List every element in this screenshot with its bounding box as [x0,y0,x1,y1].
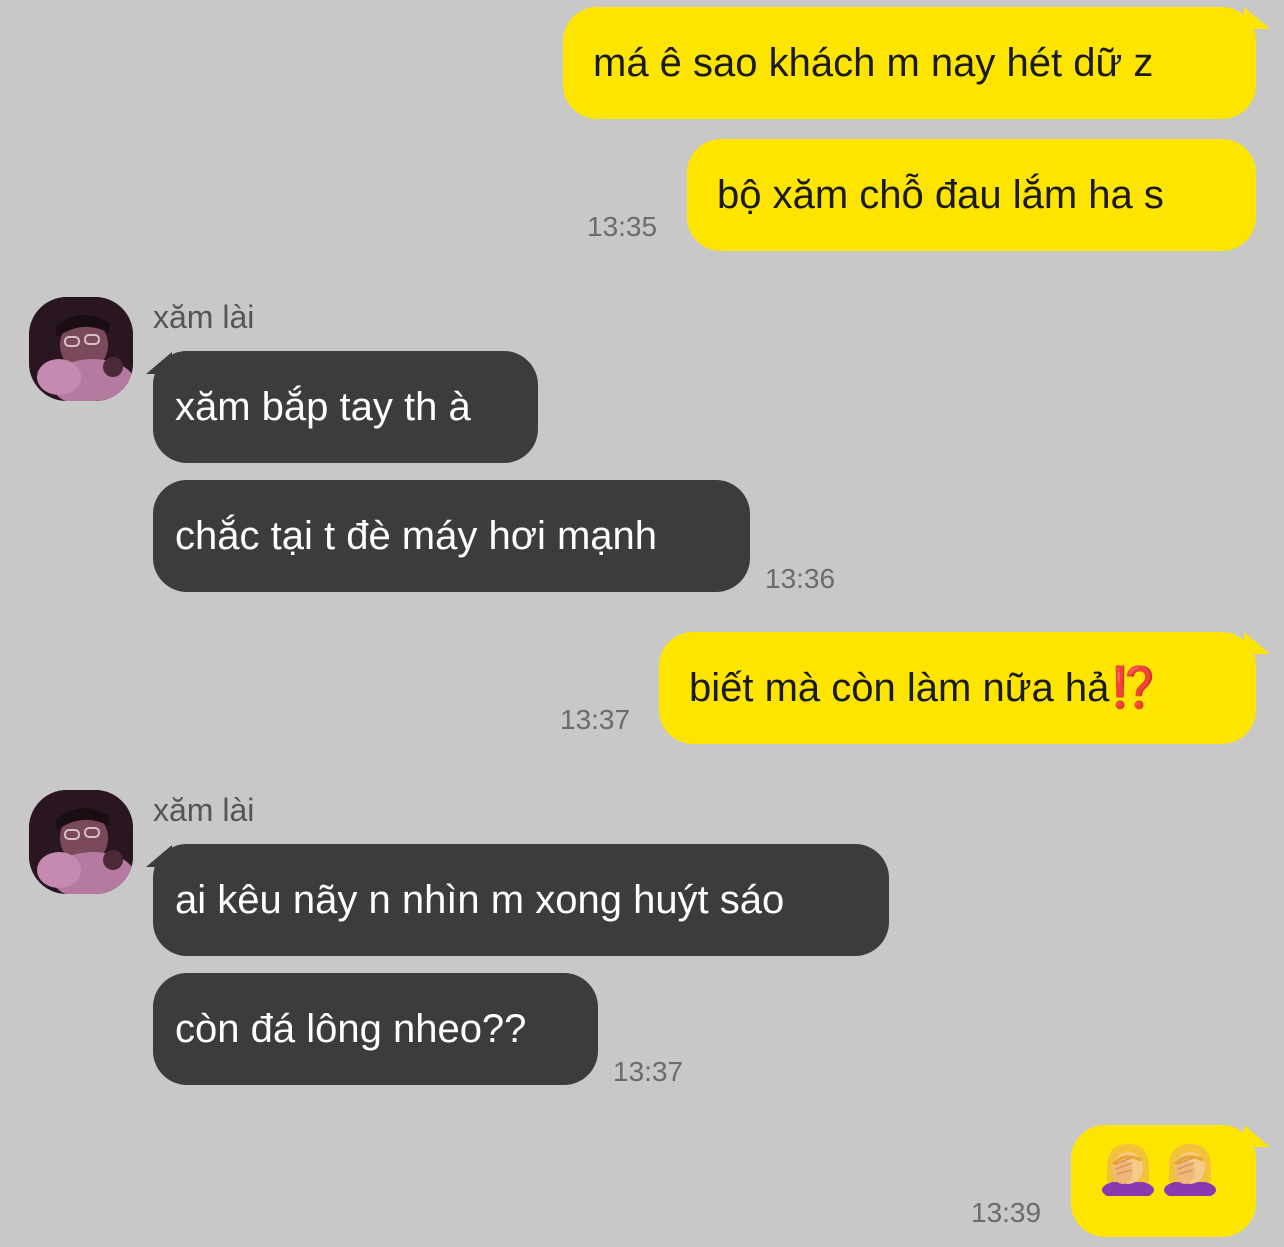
woman-facepalming-icon [1099,1127,1157,1239]
message-text: biết mà còn làm nữa hả [689,666,1110,710]
chat-area: má ê sao khách m nay hét dữ z bộ xăm chỗ… [0,0,1284,1247]
message-timestamp: 13:35 [587,211,658,242]
message-timestamp: 13:37 [560,704,631,735]
message-timestamp: 13:37 [613,1056,684,1087]
message-bubble-outgoing[interactable]: biết mà còn làm nữa hả⁉️ [659,632,1256,744]
message-text: ai kêu nãy n nhìn m xong huýt sáo [175,878,785,922]
message-text: chắc tại t đè máy hơi mạnh [175,514,658,558]
message-timestamp: 13:36 [765,563,836,594]
sender-name: xăm lài [153,299,255,335]
person-avatar-icon [29,297,133,401]
message-bubble-incoming[interactable]: xăm bắp tay th à [153,351,538,463]
message-text: bộ xăm chỗ đau lắm ha s [717,173,1164,217]
sender-name: xăm lài [153,792,255,828]
message-bubble-incoming[interactable]: ai kêu nãy n nhìn m xong huýt sáo [153,844,889,956]
message-bubble-outgoing[interactable]: má ê sao khách m nay hét dữ z [563,7,1256,119]
contact-avatar[interactable] [29,790,133,894]
exclamation-question-icon: ⁉️ [1109,666,1160,710]
message-bubble-outgoing[interactable] [1071,1125,1256,1237]
message-text: má ê sao khách m nay hét dữ z [593,41,1154,85]
bubble-tail [1244,1125,1270,1147]
message-bubble-outgoing[interactable]: bộ xăm chỗ đau lắm ha s [687,139,1256,251]
message-bubble-incoming[interactable]: còn đá lông nheo?? [153,973,598,1085]
bubble-tail [1244,632,1270,654]
message-timestamp: 13:39 [971,1197,1042,1228]
message-text: xăm bắp tay th à [175,385,471,429]
message-text: còn đá lông nheo?? [175,1007,527,1051]
message-bubble-incoming[interactable]: chắc tại t đè máy hơi mạnh [153,480,750,592]
person-avatar-icon [29,790,133,894]
woman-facepalming-icon [1161,1127,1219,1239]
contact-avatar[interactable] [29,297,133,401]
bubble-tail [1244,7,1270,29]
